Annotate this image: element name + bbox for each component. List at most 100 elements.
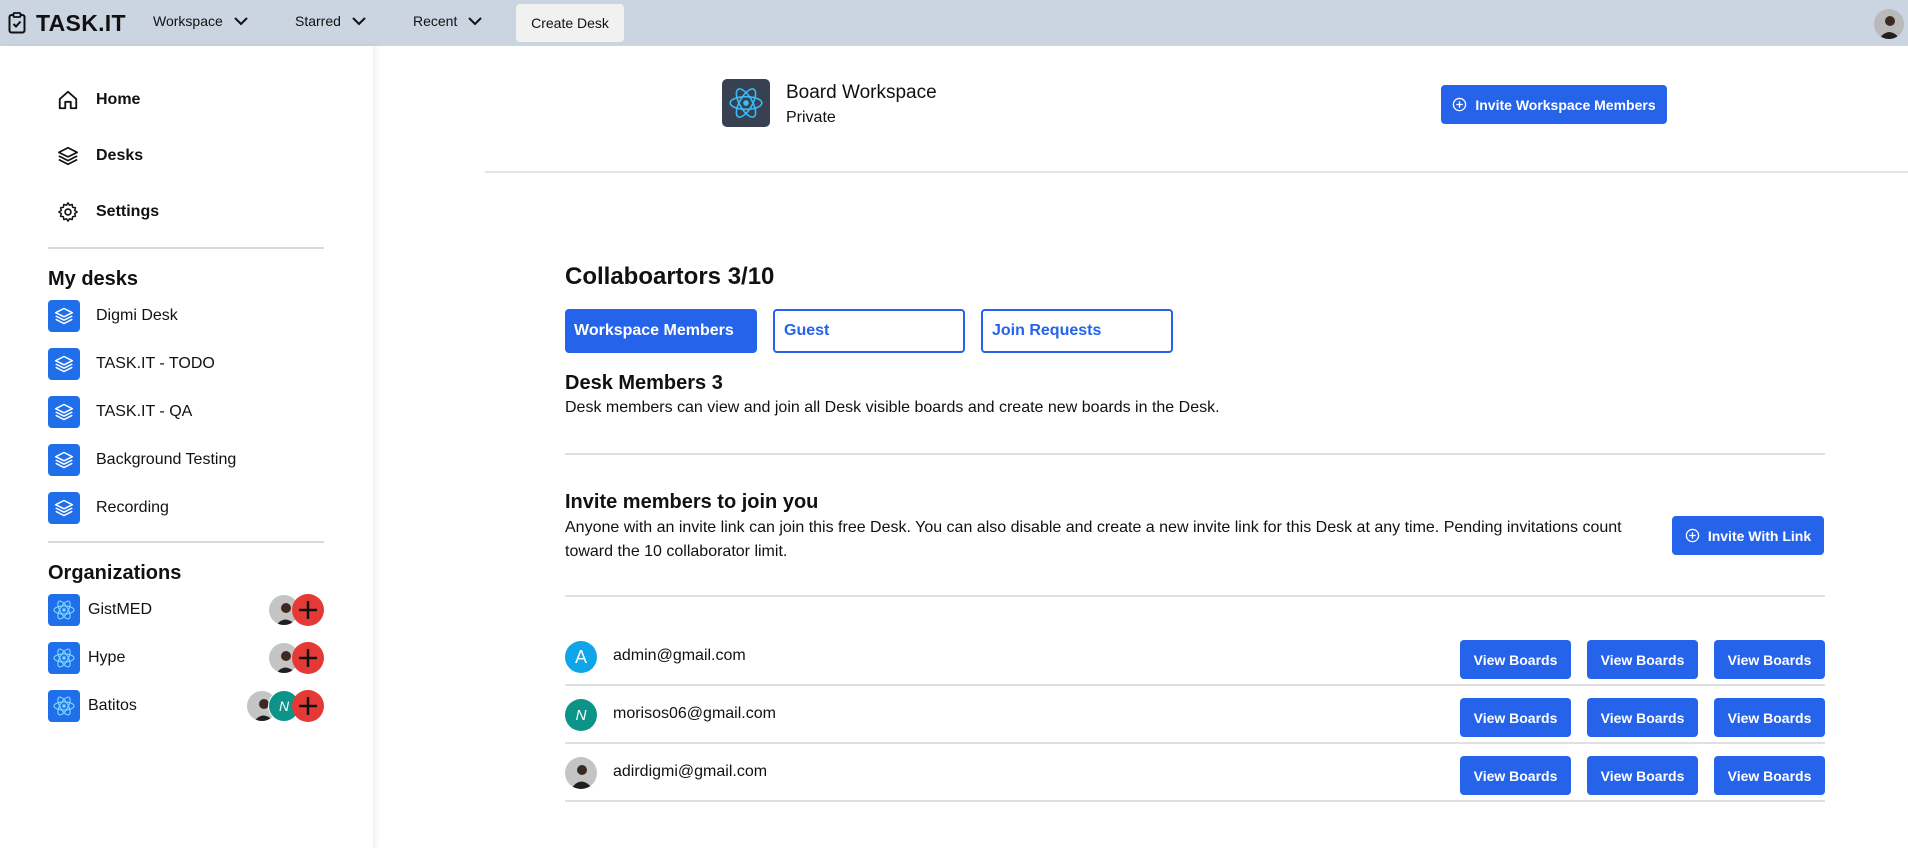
brand-name: TASK.IT bbox=[36, 9, 126, 36]
tab-guest[interactable]: Guest bbox=[773, 309, 965, 353]
add-member-button[interactable] bbox=[292, 594, 324, 626]
desk-item[interactable]: TASK.IT - QA bbox=[48, 396, 192, 428]
desk-label: TASK.IT - TODO bbox=[96, 355, 215, 372]
section-divider bbox=[565, 595, 1825, 597]
view-boards-button[interactable]: View Boards bbox=[1460, 698, 1571, 737]
nav-workspace-label: Workspace bbox=[153, 13, 223, 29]
org-item[interactable]: Batitos N bbox=[48, 690, 324, 722]
sidebar-item-desks[interactable]: Desks bbox=[56, 144, 143, 168]
view-boards-button[interactable]: View Boards bbox=[1587, 756, 1698, 795]
desk-label: Digmi Desk bbox=[96, 307, 178, 324]
layers-icon bbox=[48, 444, 80, 476]
react-icon bbox=[48, 690, 80, 722]
gear-icon bbox=[56, 200, 80, 224]
sidebar-item-label: Desks bbox=[96, 147, 144, 164]
plus-icon bbox=[299, 601, 317, 619]
home-icon bbox=[56, 88, 80, 112]
org-label: Batitos bbox=[88, 697, 137, 714]
avatar bbox=[565, 757, 597, 789]
tab-workspace-members[interactable]: Workspace Members bbox=[565, 309, 757, 353]
invite-workspace-members-button[interactable]: Invite Workspace Members bbox=[1441, 85, 1667, 124]
sidebar-item-label: Settings bbox=[96, 203, 160, 220]
desk-item[interactable]: Recording bbox=[48, 492, 169, 524]
layers-icon bbox=[48, 492, 80, 524]
desk-item[interactable]: TASK.IT - TODO bbox=[48, 348, 215, 380]
collaborators-title: Collaboartors 3/10 bbox=[565, 263, 775, 290]
view-boards-button[interactable]: View Boards bbox=[1714, 640, 1825, 679]
user-avatar[interactable] bbox=[1874, 9, 1904, 39]
sidebar-item-label: Home bbox=[96, 91, 141, 108]
plus-icon bbox=[299, 649, 317, 667]
nav-recent[interactable]: Recent bbox=[413, 13, 483, 29]
desk-label: TASK.IT - QA bbox=[96, 403, 193, 420]
nav-starred[interactable]: Starred bbox=[295, 13, 367, 29]
view-boards-button[interactable]: View Boards bbox=[1587, 698, 1698, 737]
org-members bbox=[268, 594, 324, 626]
member-email: adirdigmi@gmail.com bbox=[613, 763, 768, 780]
layers-icon bbox=[48, 300, 80, 332]
my-desks-title: My desks bbox=[48, 268, 139, 290]
react-icon bbox=[48, 594, 80, 626]
layers-icon bbox=[48, 348, 80, 380]
plus-circle-icon bbox=[1685, 528, 1700, 543]
tab-join-requests[interactable]: Join Requests bbox=[981, 309, 1173, 353]
nav-workspace[interactable]: Workspace bbox=[153, 13, 249, 29]
brand[interactable]: TASK.IT bbox=[8, 10, 126, 37]
user-photo-icon bbox=[565, 757, 597, 789]
plus-circle-icon bbox=[1453, 97, 1467, 112]
user-photo-icon bbox=[1874, 9, 1904, 39]
react-icon bbox=[48, 642, 80, 674]
create-desk-button[interactable]: Create Desk bbox=[516, 4, 624, 42]
invite-members-description: Anyone with an invite link can join this… bbox=[565, 519, 1622, 560]
layers-icon bbox=[48, 396, 80, 428]
add-member-button[interactable] bbox=[292, 642, 324, 674]
member-row: A admin@gmail.com View Boards View Board… bbox=[565, 628, 1825, 686]
view-boards-button[interactable]: View Boards bbox=[1460, 756, 1571, 795]
desk-label: Background Testing bbox=[96, 451, 237, 468]
react-icon bbox=[729, 88, 763, 118]
nav-recent-label: Recent bbox=[413, 13, 458, 29]
invite-with-link-label: Invite With Link bbox=[1707, 527, 1812, 544]
member-email: morisos06@gmail.com bbox=[613, 705, 776, 722]
chevron-down-icon bbox=[468, 17, 483, 26]
section-divider bbox=[565, 453, 1825, 455]
org-members: N bbox=[246, 690, 324, 722]
layers-icon bbox=[56, 144, 80, 168]
desk-item[interactable]: Digmi Desk bbox=[48, 300, 178, 332]
desk-members-description: Desk members can view and join all Desk … bbox=[565, 399, 1220, 416]
sidebar-item-settings[interactable]: Settings bbox=[56, 200, 159, 224]
workspace-icon bbox=[722, 79, 770, 127]
view-boards-button[interactable]: View Boards bbox=[1587, 640, 1698, 679]
workspace-visibility: Private bbox=[786, 109, 836, 126]
member-row: N morisos06@gmail.com View Boards View B… bbox=[565, 686, 1825, 744]
view-boards-button[interactable]: View Boards bbox=[1714, 698, 1825, 737]
add-member-button[interactable] bbox=[292, 690, 324, 722]
sidebar-divider bbox=[48, 541, 324, 543]
org-label: GistMED bbox=[88, 601, 152, 618]
member-email: admin@gmail.com bbox=[613, 647, 746, 664]
avatar: N bbox=[565, 699, 597, 731]
header-divider bbox=[485, 171, 1908, 173]
org-label: Hype bbox=[88, 649, 126, 666]
chevron-down-icon bbox=[234, 17, 248, 26]
avatar: A bbox=[565, 641, 597, 673]
view-boards-button[interactable]: View Boards bbox=[1714, 756, 1825, 795]
invite-members-title: Invite members to join you bbox=[565, 491, 819, 513]
sidebar: Home Desks Settings My desks Digmi Desk … bbox=[0, 46, 374, 848]
organizations-title: Organizations bbox=[48, 562, 182, 584]
invite-with-link-button[interactable]: Invite With Link bbox=[1672, 516, 1824, 555]
desk-item[interactable]: Background Testing bbox=[48, 444, 236, 476]
desk-members-title: Desk Members 3 bbox=[565, 372, 723, 394]
sidebar-item-home[interactable]: Home bbox=[56, 88, 140, 112]
clipboard-check-icon bbox=[8, 12, 26, 34]
sidebar-divider bbox=[48, 247, 324, 249]
nav-starred-label: Starred bbox=[295, 13, 341, 29]
member-row: adirdigmi@gmail.com View Boards View Boa… bbox=[565, 744, 1825, 802]
org-members bbox=[268, 642, 324, 674]
desk-label: Recording bbox=[96, 499, 169, 516]
invite-workspace-members-label: Invite Workspace Members bbox=[1475, 96, 1656, 113]
view-boards-button[interactable]: View Boards bbox=[1460, 640, 1571, 679]
org-item[interactable]: Hype bbox=[48, 642, 324, 674]
org-item[interactable]: GistMED bbox=[48, 594, 324, 626]
chevron-down-icon bbox=[352, 17, 366, 26]
